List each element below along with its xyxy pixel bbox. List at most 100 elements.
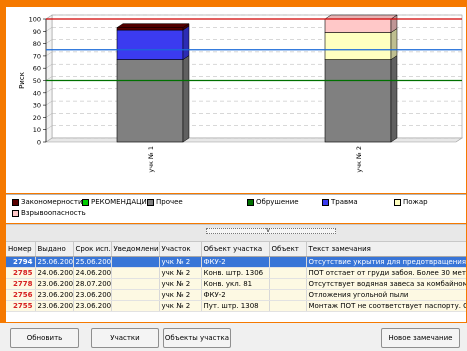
splitter[interactable]: v — [6, 224, 466, 242]
table-cell: 23.06.200... — [35, 289, 74, 301]
table-cell: 24.06.200... — [35, 267, 74, 279]
table-cell: 23.06.2009 — [35, 278, 74, 290]
legend-item: Травма — [322, 198, 358, 207]
table-cell: 23.06.200... — [73, 289, 112, 301]
y-tick-label: 0 — [37, 139, 41, 147]
table-cell: учк № 2 — [159, 256, 202, 268]
table-cell — [269, 267, 307, 279]
column-header[interactable]: Текст замечания — [306, 242, 466, 257]
legend-swatch — [12, 199, 19, 206]
table-cell — [269, 289, 307, 301]
sections-button[interactable]: Участки — [91, 328, 159, 348]
legend-label: Взрывоопасность — [21, 209, 86, 217]
table-cell: 2756 — [6, 289, 36, 301]
table-row[interactable]: 279425.06.200...25.06.200...учк № 2ФКУ-2… — [6, 256, 466, 268]
y-tick-label: 40 — [33, 89, 41, 97]
table-cell — [111, 278, 160, 290]
risk-chart: 0 10 20 30 40 50 60 70 80 90 100 Риск учк № 1 учк № 2 — [18, 14, 463, 173]
remarks-table[interactable]: Номер Выдано Срок исп. Уведомление Участок Об… — [6, 242, 466, 322]
refresh-button[interactable]: Обновить — [10, 328, 79, 348]
bar-segment — [324, 18, 392, 33]
table-cell — [111, 300, 160, 312]
y-tick-label: 100 — [29, 16, 41, 24]
bar-segment — [116, 27, 184, 31]
legend-item: Взрывоопасность — [12, 209, 86, 218]
bar-top — [116, 23, 190, 28]
legend-swatch — [12, 210, 19, 217]
column-header[interactable]: Уведомление — [111, 242, 160, 257]
chevron-down-icon[interactable]: v — [266, 226, 270, 234]
bar-segment — [324, 59, 392, 143]
bar-segment — [116, 29, 184, 60]
legend-label: Травма — [331, 198, 358, 206]
table-cell: Отсутствие укрытия для предотвращения вы… — [306, 256, 466, 268]
column-header[interactable]: Срок исп. — [73, 242, 112, 257]
bar-segment-side — [390, 55, 398, 143]
bar-segment — [116, 59, 184, 143]
bar-segment-side — [390, 28, 398, 61]
x-tick-label: учк № 2 — [355, 146, 363, 173]
column-header[interactable]: Объект — [269, 242, 307, 257]
legend-item: Закономерности — [12, 198, 83, 207]
table-cell — [111, 267, 160, 279]
table-cell: 23.06.200... — [35, 300, 74, 312]
table-cell: 2778 — [6, 278, 36, 290]
legend-label: Закономерности — [21, 198, 83, 206]
column-header[interactable]: Выдано — [35, 242, 74, 257]
table-cell: 23.06.200... — [73, 300, 112, 312]
table-cell: Конв. штр. 1306 — [201, 267, 270, 279]
column-header[interactable]: Участок — [159, 242, 202, 257]
bottom-toolbar: Обновить Участки Объекты участка Новое з… — [0, 323, 467, 351]
y-tick-label: 50 — [33, 77, 41, 85]
table-cell: 25.06.200... — [35, 256, 74, 268]
legend-item: Обрушение — [247, 198, 299, 207]
app-window: 0 10 20 30 40 50 60 70 80 90 100 Риск учк № 1 учк № 2… — [0, 0, 467, 351]
table-cell — [111, 289, 160, 301]
table-cell: учк № 2 — [159, 289, 202, 301]
legend-label: Прочее — [156, 198, 183, 206]
table-cell: Отсутствует водяная завеса за комбайном — [306, 278, 466, 290]
legend-swatch — [82, 199, 89, 206]
table-row[interactable]: 277823.06.200928.07.200... учк № 2Конв. у… — [6, 278, 466, 290]
table-cell: 25.06.200... — [73, 256, 112, 268]
table-row[interactable]: 275523.06.200...23.06.200...учк № 2Пут. … — [6, 300, 466, 312]
section-objects-button[interactable]: Объекты участка — [163, 328, 231, 348]
table-cell — [269, 300, 307, 312]
legend-label: РЕКОМЕНДАЦИИ — [91, 198, 153, 206]
y-tick-label: 10 — [33, 126, 41, 134]
table-cell: учк № 2 — [159, 300, 202, 312]
table-cell — [269, 256, 307, 268]
legend-label: Обрушение — [256, 198, 299, 206]
y-tick-label: 80 — [33, 40, 41, 48]
table-body: 279425.06.200...25.06.200...учк № 2ФКУ-2… — [6, 256, 466, 312]
table-cell: 2785 — [6, 267, 36, 279]
y-tick-label: 90 — [33, 28, 41, 36]
bar-segment-side — [182, 25, 190, 61]
table-cell: 2755 — [6, 300, 36, 312]
table-cell: Конв. укл. 81 — [201, 278, 270, 290]
legend-swatch — [322, 199, 329, 206]
legend-swatch — [147, 199, 154, 206]
table-cell — [111, 256, 160, 268]
table-cell: ФКУ-2 — [201, 289, 270, 301]
plot-floor — [45, 137, 463, 143]
table-cell: 28.07.200... — [73, 278, 112, 290]
table-row[interactable]: 275623.06.200...23.06.200...учк № 2ФКУ-2… — [6, 289, 466, 301]
column-header[interactable]: Объект участка — [201, 242, 270, 257]
table-header: Номер Выдано Срок исп. Уведомление Участок Об… — [6, 242, 466, 257]
risk-chart-panel: 0 10 20 30 40 50 60 70 80 90 100 Риск учк № 1 учк № 2 — [6, 7, 466, 193]
table-cell: учк № 2 — [159, 267, 202, 279]
y-axis-label: Риск — [18, 72, 26, 89]
table-cell: Монтаж ПОТ не соответствует паспорту. От… — [306, 300, 466, 312]
y-tick-label: 70 — [33, 52, 41, 60]
legend-label: Пожар — [403, 198, 428, 206]
column-header[interactable]: Номер — [6, 242, 36, 257]
y-tick-label: 60 — [33, 65, 41, 73]
splitter-grip[interactable] — [206, 228, 336, 234]
legend-item: РЕКОМЕНДАЦИИ — [82, 198, 152, 207]
table-cell: учк № 2 — [159, 278, 202, 290]
y-tick-label: 30 — [33, 102, 41, 110]
bar-segment — [324, 32, 392, 60]
table-row[interactable]: 278524.06.200...24.06.200...учк № 2Конв.… — [6, 267, 466, 279]
new-remark-button[interactable]: Новое замечание — [381, 328, 460, 348]
